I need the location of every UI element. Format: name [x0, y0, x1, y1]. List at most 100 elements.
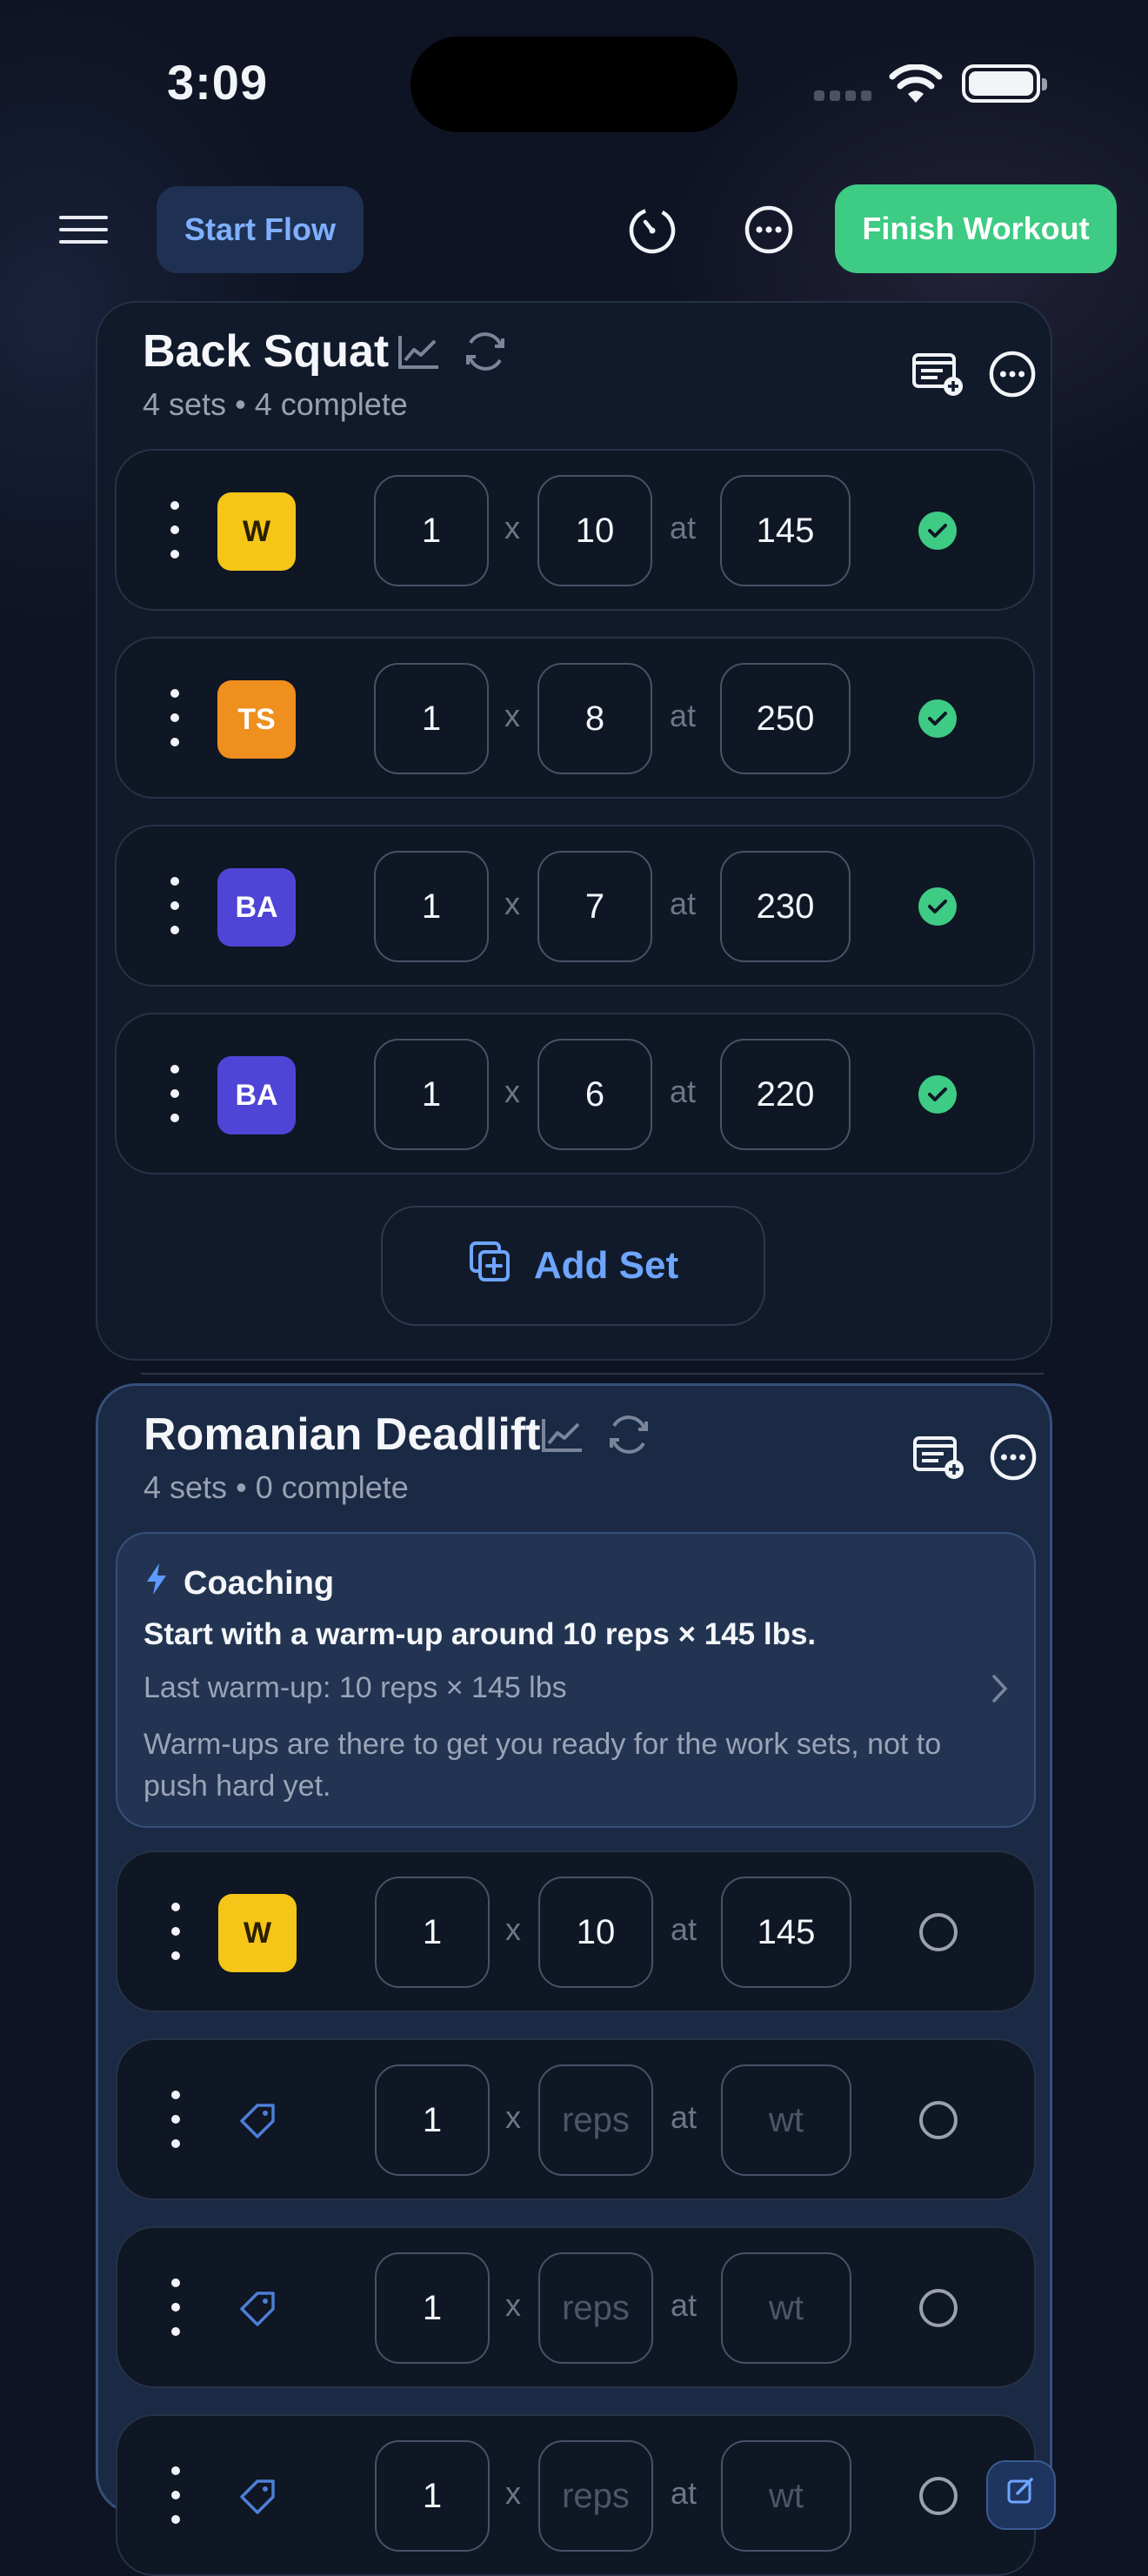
exercise-summary: 4 sets • 0 complete — [144, 1469, 409, 1505]
times-label: x — [504, 1074, 520, 1109]
set-complete-check-icon[interactable] — [918, 887, 957, 926]
cellular-signal-icon — [814, 90, 871, 101]
weight-field[interactable]: wt — [721, 2440, 851, 2552]
add-set-label: Add Set — [533, 1244, 679, 1287]
set-count-field[interactable]: 1 — [375, 2064, 490, 2176]
set-count-field[interactable]: 1 — [374, 663, 489, 774]
set-row: BA 1 x 6 at 220 — [115, 1013, 1035, 1174]
exercise-more-icon[interactable] — [981, 343, 1044, 405]
chart-icon[interactable] — [397, 332, 442, 375]
at-label: at — [670, 886, 697, 921]
weight-field[interactable]: 145 — [720, 475, 851, 586]
set-row: BA 1 x 7 at 230 — [115, 825, 1035, 987]
finish-workout-button[interactable]: Finish Workout — [835, 184, 1117, 273]
set-type-tag[interactable]: BA — [217, 1056, 296, 1134]
exercise-title[interactable]: Romanian Deadlift — [144, 1408, 541, 1461]
add-note-icon[interactable] — [907, 1426, 970, 1489]
add-note-icon[interactable] — [906, 343, 969, 405]
coaching-panel[interactable]: Coaching Start with a warm-up around 10 … — [116, 1532, 1036, 1828]
at-label: at — [671, 2099, 697, 2135]
tag-icon[interactable] — [218, 2082, 297, 2160]
set-count-field[interactable]: 1 — [375, 2252, 490, 2364]
reps-field[interactable]: reps — [538, 2440, 653, 2552]
swap-icon[interactable] — [461, 329, 510, 378]
times-label: x — [504, 698, 520, 733]
times-label: x — [505, 1911, 521, 1947]
set-count-field[interactable]: 1 — [374, 475, 489, 586]
set-row: 1 x reps at wt — [116, 2414, 1036, 2576]
at-label: at — [671, 2287, 697, 2323]
set-count-field[interactable]: 1 — [374, 1039, 489, 1150]
weight-field[interactable]: 250 — [720, 663, 851, 774]
reps-field[interactable]: 7 — [537, 851, 652, 962]
drag-handle-icon[interactable] — [171, 2466, 180, 2524]
lightning-icon — [144, 1562, 170, 1605]
at-label: at — [670, 698, 697, 733]
start-flow-button[interactable]: Start Flow — [157, 186, 364, 273]
weight-field[interactable]: wt — [721, 2064, 851, 2176]
drag-handle-icon[interactable] — [170, 877, 179, 934]
drag-handle-icon[interactable] — [171, 2091, 180, 2148]
set-type-tag[interactable]: W — [218, 1894, 297, 1972]
reps-field[interactable]: 8 — [537, 663, 652, 774]
chart-icon[interactable] — [540, 1415, 585, 1458]
hamburger-icon[interactable] — [59, 216, 108, 244]
set-complete-circle-icon[interactable] — [919, 2477, 958, 2515]
swap-icon[interactable] — [604, 1412, 653, 1462]
set-count-field[interactable]: 1 — [374, 851, 489, 962]
set-complete-check-icon[interactable] — [918, 512, 957, 550]
coaching-headline: Start with a warm-up around 10 reps × 14… — [144, 1617, 817, 1651]
dynamic-island — [410, 37, 738, 132]
set-row: W 1 x 10 at 145 — [115, 449, 1035, 611]
weight-field[interactable]: 220 — [720, 1039, 851, 1150]
reps-field[interactable]: 10 — [537, 475, 652, 586]
add-set-icon — [468, 1240, 511, 1293]
set-type-tag[interactable]: BA — [217, 868, 296, 947]
set-row: 1 x reps at wt — [116, 2226, 1036, 2388]
weight-field[interactable]: wt — [721, 2252, 851, 2364]
set-row: W 1 x 10 at 145 — [116, 1850, 1036, 2012]
drag-handle-icon[interactable] — [170, 689, 179, 746]
set-row: TS 1 x 8 at 250 — [115, 637, 1035, 799]
exercise-title[interactable]: Back Squat — [143, 325, 389, 378]
set-type-tag[interactable]: TS — [217, 680, 296, 759]
timer-icon[interactable] — [617, 195, 687, 264]
at-label: at — [671, 2475, 697, 2511]
add-set-button[interactable]: Add Set — [381, 1206, 765, 1326]
at-label: at — [670, 1074, 697, 1109]
weight-field[interactable]: 230 — [720, 851, 851, 962]
edit-icon[interactable] — [986, 2460, 1056, 2530]
set-complete-circle-icon[interactable] — [919, 2289, 958, 2327]
more-icon[interactable] — [734, 195, 804, 264]
reps-field[interactable]: 6 — [537, 1039, 652, 1150]
times-label: x — [505, 2475, 521, 2511]
reps-field[interactable]: reps — [538, 2064, 653, 2176]
drag-handle-icon[interactable] — [171, 1903, 180, 1960]
reps-field[interactable]: 10 — [538, 1877, 653, 1988]
tag-icon[interactable] — [218, 2270, 297, 2348]
set-complete-check-icon[interactable] — [918, 1075, 957, 1114]
exercise-summary: 4 sets • 4 complete — [143, 386, 408, 422]
set-count-field[interactable]: 1 — [375, 2440, 490, 2552]
set-complete-circle-icon[interactable] — [919, 2101, 958, 2139]
times-label: x — [504, 886, 520, 921]
times-label: x — [505, 2287, 521, 2323]
set-complete-check-icon[interactable] — [918, 699, 957, 738]
set-complete-circle-icon[interactable] — [919, 1913, 958, 1951]
chevron-right-icon[interactable] — [991, 1673, 1010, 1709]
coaching-last-warmup: Last warm-up: 10 reps × 145 lbs — [144, 1671, 567, 1704]
times-label: x — [505, 2099, 521, 2135]
drag-handle-icon[interactable] — [170, 501, 179, 559]
drag-handle-icon[interactable] — [171, 2278, 180, 2336]
exercise-more-icon[interactable] — [982, 1426, 1045, 1489]
tag-icon[interactable] — [218, 2458, 297, 2536]
drag-handle-icon[interactable] — [170, 1065, 179, 1122]
coaching-note: Warm-ups are there to get you ready for … — [144, 1728, 942, 1803]
section-divider — [141, 1373, 1044, 1375]
battery-icon — [962, 64, 1047, 103]
reps-field[interactable]: reps — [538, 2252, 653, 2364]
set-type-tag[interactable]: W — [217, 492, 296, 571]
set-count-field[interactable]: 1 — [375, 1877, 490, 1988]
weight-field[interactable]: 145 — [721, 1877, 851, 1988]
times-label: x — [504, 510, 520, 545]
